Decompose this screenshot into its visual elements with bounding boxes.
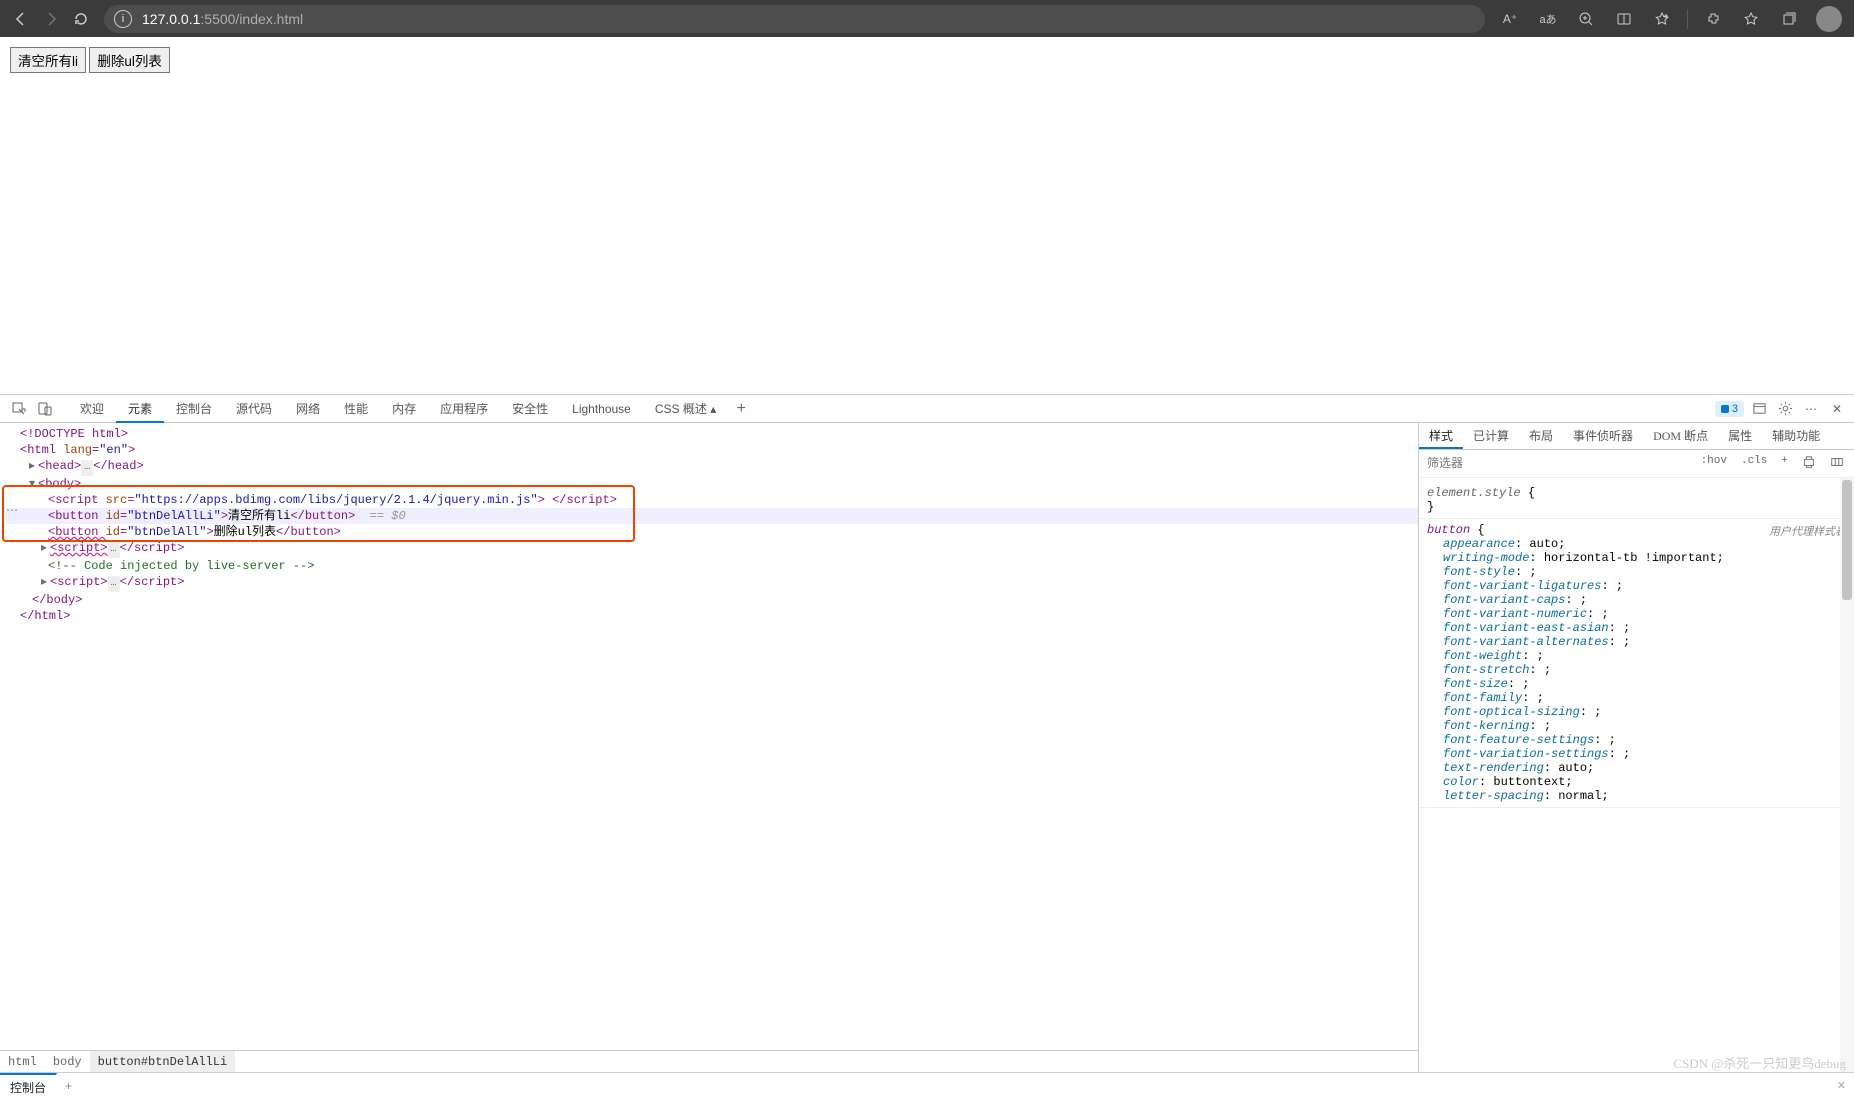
styles-filter-input[interactable] [1419,456,1697,471]
styles-tab-listeners[interactable]: 事件侦听器 [1563,423,1643,449]
drawer-close-icon[interactable]: ✕ [1837,1079,1846,1092]
toolbar-divider [1687,9,1688,29]
address-bar[interactable]: i 127.0.0.1:5500/index.html [104,5,1485,33]
settings-icon[interactable] [1774,398,1796,420]
styles-scrollbar[interactable] [1840,478,1854,1072]
issues-badge[interactable]: 3 [1715,401,1744,417]
css-property[interactable]: writing-mode: horizontal-tb !important; [1427,551,1846,565]
tab-lighthouse[interactable]: Lighthouse [560,395,643,423]
css-property[interactable]: font-style: ; [1427,565,1846,579]
styles-tab-layout[interactable]: 布局 [1519,423,1563,449]
tab-elements[interactable]: 元素 [116,395,164,423]
tab-application[interactable]: 应用程序 [428,395,500,423]
refresh-button[interactable] [66,4,96,34]
css-property[interactable]: color: buttontext; [1427,775,1846,789]
tab-security[interactable]: 安全性 [500,395,560,423]
css-property[interactable]: font-variant-east-asian: ; [1427,621,1846,635]
dom-breadcrumb[interactable]: html body button#btnDelAllLi [0,1050,1418,1072]
clear-li-button[interactable]: 清空所有li [10,47,86,73]
css-property[interactable]: font-optical-sizing: ; [1427,705,1846,719]
css-property[interactable]: font-family: ; [1427,691,1846,705]
css-property[interactable]: appearance: auto; [1427,537,1846,551]
devtools-panel: 欢迎 元素 控制台 源代码 网络 性能 内存 应用程序 安全性 Lighthou… [0,394,1854,1098]
delete-ul-button[interactable]: 删除ul列表 [89,47,170,73]
back-button[interactable] [6,4,36,34]
site-info-icon[interactable]: i [114,10,132,28]
rule-element-style[interactable]: element.style { } [1419,482,1854,519]
tab-performance[interactable]: 性能 [332,395,380,423]
tab-network[interactable]: 网络 [284,395,332,423]
styles-tab-props[interactable]: 属性 [1718,423,1762,449]
styles-tab-dombreak[interactable]: DOM 断点 [1643,423,1718,449]
selection-margin-icon: ⋯ [6,503,18,519]
tab-console[interactable]: 控制台 [164,395,224,423]
more-options-icon[interactable]: ⋯ [1800,398,1822,420]
drawer-add-tab-icon[interactable]: + [57,1079,80,1093]
css-property[interactable]: font-variant-caps: ; [1427,593,1846,607]
collections-icon[interactable] [1772,4,1806,34]
css-property[interactable]: font-variant-alternates: ; [1427,635,1846,649]
device-toolbar-icon[interactable] [32,396,58,422]
css-property[interactable]: text-rendering: auto; [1427,761,1846,775]
new-style-rule-icon[interactable]: + [1777,453,1792,475]
zoom-icon[interactable] [1569,4,1603,34]
inspect-element-icon[interactable] [6,396,32,422]
page-viewport: 清空所有li 删除ul列表 [0,37,1854,83]
cls-toggle[interactable]: .cls [1737,453,1771,475]
styles-filter-row: :hov .cls + [1419,450,1854,478]
tab-css-overview[interactable]: CSS 概述 ▴ [643,395,728,423]
print-media-icon[interactable] [1798,453,1820,475]
favorites-icon[interactable] [1645,4,1679,34]
styles-tabstrip: 样式 已计算 布局 事件侦听器 DOM 断点 属性 辅助功能 [1419,423,1854,450]
tab-welcome[interactable]: 欢迎 [68,395,116,423]
css-property[interactable]: font-size: ; [1427,677,1846,691]
browser-toolbar: i 127.0.0.1:5500/index.html A⁺ aあ [0,0,1854,37]
hov-toggle[interactable]: :hov [1697,453,1731,475]
url-host: 127.0.0.1 [142,11,200,27]
favorites-bar-icon[interactable] [1734,4,1768,34]
dom-tree[interactable]: ⋯ <!DOCTYPE html> <html lang="en"> ▸<hea… [0,423,1418,1050]
css-property[interactable]: font-variant-ligatures: ; [1427,579,1846,593]
profile-avatar[interactable] [1816,6,1842,32]
read-aloud-icon[interactable]: A⁺ [1493,4,1527,34]
styles-tab-a11y[interactable]: 辅助功能 [1762,423,1830,449]
tab-sources[interactable]: 源代码 [224,395,284,423]
devtools-dock-icon[interactable] [1748,398,1770,420]
url-path: :5500/index.html [200,11,303,27]
style-rules[interactable]: element.style { } 用户代理样式表 button { appea… [1419,478,1854,1072]
split-screen-icon[interactable] [1607,4,1641,34]
devtools-drawer: 控制台 + ✕ [0,1072,1854,1098]
css-property[interactable]: font-variation-settings: ; [1427,747,1846,761]
selected-dom-node[interactable]: <button id="btnDelAllLi">清空所有li</button>… [6,508,1418,524]
crumb-selected[interactable]: button#btnDelAllLi [90,1051,236,1072]
flexbox-overlay-icon[interactable] [1826,453,1848,475]
css-property[interactable]: font-stretch: ; [1427,663,1846,677]
css-property[interactable]: font-weight: ; [1427,649,1846,663]
more-tabs-icon[interactable]: + [728,396,754,422]
css-property[interactable]: font-feature-settings: ; [1427,733,1846,747]
rule-user-agent[interactable]: 用户代理样式表 button { appearance: auto;writin… [1419,519,1854,808]
styles-tab-styles[interactable]: 样式 [1419,423,1463,449]
tab-memory[interactable]: 内存 [380,395,428,423]
styles-panel: 样式 已计算 布局 事件侦听器 DOM 断点 属性 辅助功能 :hov .cls… [1418,423,1854,1072]
drawer-tab-console[interactable]: 控制台 [0,1073,57,1099]
css-property[interactable]: font-kerning: ; [1427,719,1846,733]
close-devtools-icon[interactable]: ✕ [1826,398,1848,420]
translate-icon[interactable]: aあ [1531,4,1565,34]
extensions-icon[interactable] [1696,4,1730,34]
css-property[interactable]: font-variant-numeric: ; [1427,607,1846,621]
crumb-body[interactable]: body [45,1051,90,1072]
forward-button[interactable] [36,4,66,34]
devtools-tabstrip: 欢迎 元素 控制台 源代码 网络 性能 内存 应用程序 安全性 Lighthou… [0,395,1854,423]
crumb-html[interactable]: html [0,1051,45,1072]
css-property[interactable]: letter-spacing: normal; [1427,789,1846,803]
styles-tab-computed[interactable]: 已计算 [1463,423,1519,449]
elements-panel: ⋯ <!DOCTYPE html> <html lang="en"> ▸<hea… [0,423,1418,1072]
